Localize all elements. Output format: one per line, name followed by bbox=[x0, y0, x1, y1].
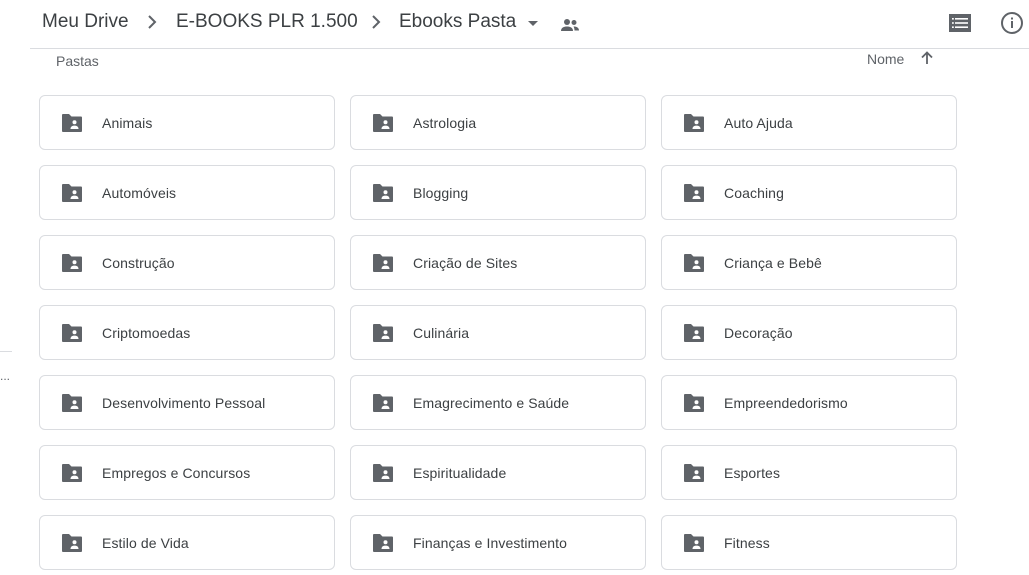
folder-name: Criação de Sites bbox=[413, 255, 518, 271]
shared-folder-icon bbox=[373, 114, 393, 132]
folder-name: Astrologia bbox=[413, 115, 477, 131]
shared-folder-icon bbox=[62, 534, 82, 552]
folder-card[interactable]: Esportes bbox=[661, 445, 957, 500]
shared-folder-icon bbox=[373, 534, 393, 552]
folder-name: Culinária bbox=[413, 325, 470, 341]
left-panel-divider bbox=[0, 351, 12, 352]
folder-name: Estilo de Vida bbox=[102, 535, 189, 551]
left-panel-overflow-text: ... bbox=[0, 369, 11, 383]
folder-name: Animais bbox=[102, 115, 153, 131]
section-label-folders: Pastas bbox=[56, 53, 99, 69]
folder-name: Automóveis bbox=[102, 185, 177, 201]
info-icon[interactable] bbox=[999, 10, 1025, 36]
folder-name: Construção bbox=[102, 255, 175, 271]
folder-card[interactable]: Criação de Sites bbox=[350, 235, 646, 290]
folder-name: Auto Ajuda bbox=[724, 115, 793, 131]
folder-card[interactable]: Empreendedorismo bbox=[661, 375, 957, 430]
shared-folder-icon bbox=[62, 394, 82, 412]
folder-card[interactable]: Emagrecimento e Saúde bbox=[350, 375, 646, 430]
folder-name: Desenvolvimento Pessoal bbox=[102, 395, 266, 411]
shared-folder-icon bbox=[62, 464, 82, 482]
arrow-drop-down-icon[interactable] bbox=[524, 14, 542, 32]
folder-card[interactable]: Espiritualidade bbox=[350, 445, 646, 500]
shared-folder-icon bbox=[684, 114, 704, 132]
folder-card[interactable]: Criptomoedas bbox=[39, 305, 335, 360]
shared-folder-icon bbox=[373, 394, 393, 412]
header-divider bbox=[30, 48, 1029, 49]
folder-card[interactable]: Desenvolvimento Pessoal bbox=[39, 375, 335, 430]
folder-name: Fitness bbox=[724, 535, 770, 551]
breadcrumb-current-folder[interactable]: Ebooks Pasta bbox=[399, 9, 516, 35]
folder-card[interactable]: Criança e Bebê bbox=[661, 235, 957, 290]
folder-card[interactable]: Automóveis bbox=[39, 165, 335, 220]
folder-name: Decoração bbox=[724, 325, 793, 341]
shared-folder-icon bbox=[62, 324, 82, 342]
folder-name: Criptomoedas bbox=[102, 325, 191, 341]
shared-folder-icon bbox=[62, 114, 82, 132]
folder-name: Esportes bbox=[724, 465, 781, 481]
folder-card[interactable]: Finanças e Investimento bbox=[350, 515, 646, 570]
shared-folder-icon bbox=[373, 184, 393, 202]
shared-folder-icon bbox=[684, 184, 704, 202]
shared-folder-icon bbox=[684, 534, 704, 552]
shared-folder-icon bbox=[684, 464, 704, 482]
people-icon[interactable] bbox=[558, 13, 582, 37]
folder-name: Emagrecimento e Saúde bbox=[413, 395, 570, 411]
folder-name: Blogging bbox=[413, 185, 469, 201]
folder-card[interactable]: Decoração bbox=[661, 305, 957, 360]
breadcrumb-ebooks-plr[interactable]: E-BOOKS PLR 1.500 bbox=[176, 9, 358, 35]
sort-by-name-button[interactable]: Nome bbox=[867, 51, 904, 67]
breadcrumb-my-drive[interactable]: Meu Drive bbox=[42, 9, 129, 35]
shared-folder-icon bbox=[62, 184, 82, 202]
folder-card[interactable]: Blogging bbox=[350, 165, 646, 220]
folder-name: Espiritualidade bbox=[413, 465, 507, 481]
folder-name: Empreendedorismo bbox=[724, 395, 848, 411]
folder-card[interactable]: Culinária bbox=[350, 305, 646, 360]
folder-card[interactable]: Coaching bbox=[661, 165, 957, 220]
chevron-right-icon bbox=[148, 15, 157, 29]
folder-name: Empregos e Concursos bbox=[102, 465, 251, 481]
header-bar: Meu Drive E-BOOKS PLR 1.500 Ebooks Pasta bbox=[0, 0, 1029, 48]
folder-name: Coaching bbox=[724, 185, 784, 201]
folder-name: Criança e Bebê bbox=[724, 255, 822, 271]
shared-folder-icon bbox=[684, 394, 704, 412]
arrow-upward-icon[interactable] bbox=[918, 49, 936, 67]
folder-card[interactable]: Empregos e Concursos bbox=[39, 445, 335, 500]
chevron-right-icon bbox=[372, 15, 381, 29]
shared-folder-icon bbox=[684, 254, 704, 272]
folder-card[interactable]: Fitness bbox=[661, 515, 957, 570]
shared-folder-icon bbox=[684, 324, 704, 342]
folder-card[interactable]: Construção bbox=[39, 235, 335, 290]
folder-card[interactable]: Animais bbox=[39, 95, 335, 150]
list-view-icon[interactable] bbox=[947, 10, 973, 36]
shared-folder-icon bbox=[373, 464, 393, 482]
shared-folder-icon bbox=[373, 254, 393, 272]
folder-card[interactable]: Astrologia bbox=[350, 95, 646, 150]
drive-page: Meu Drive E-BOOKS PLR 1.500 Ebooks Pasta bbox=[0, 0, 1029, 575]
folder-card[interactable]: Auto Ajuda bbox=[661, 95, 957, 150]
folder-grid: Animais Astrologia Auto Ajuda Automóveis Blo… bbox=[39, 95, 957, 570]
shared-folder-icon bbox=[373, 324, 393, 342]
folder-card[interactable]: Estilo de Vida bbox=[39, 515, 335, 570]
folder-name: Finanças e Investimento bbox=[413, 535, 568, 551]
shared-folder-icon bbox=[62, 254, 82, 272]
